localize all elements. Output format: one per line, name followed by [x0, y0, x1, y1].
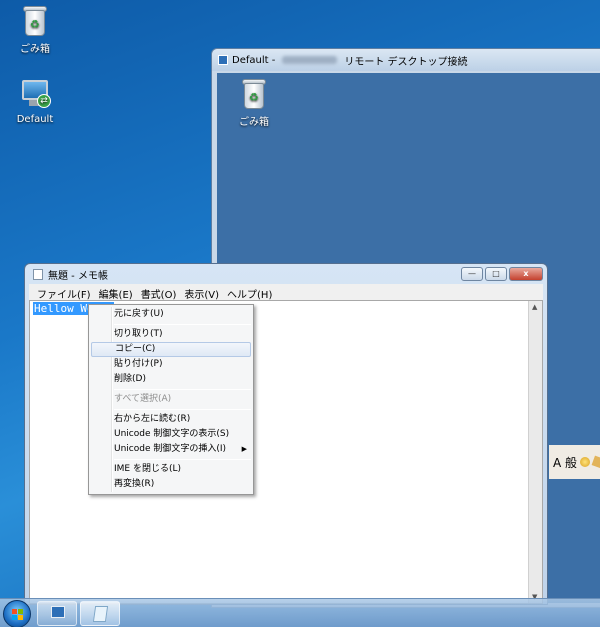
menu-item-copy[interactable]: コピー(C): [91, 342, 251, 357]
scroll-up-icon[interactable]: ▲: [532, 303, 537, 311]
menu-item-paste[interactable]: 貼り付け(P): [89, 357, 253, 372]
menu-item-undo[interactable]: 元に戻す(U): [89, 307, 253, 322]
menu-format[interactable]: 書式(O): [137, 284, 181, 301]
ime-mode-label: A 般: [553, 455, 578, 470]
menu-separator: [114, 324, 251, 325]
close-button[interactable]: x: [509, 267, 543, 281]
window-controls: — □ x: [461, 267, 543, 281]
remote-language-bar[interactable]: A 般: [549, 445, 600, 479]
menu-item-select-all: すべて選択(A): [114, 394, 172, 404]
menu-item-close-ime[interactable]: IME を閉じる(L): [89, 462, 253, 477]
remote-desktop-shortcut-icon: ⇄: [19, 78, 51, 112]
desktop-icon-recycle-bin[interactable]: ♻ ごみ箱: [5, 4, 65, 55]
taskbar-remote-desktop-button[interactable]: [37, 601, 77, 626]
menu-item-insert-unicode[interactable]: Unicode 制御文字の挿入(I) ▶: [89, 442, 253, 457]
windows-logo-icon: [12, 609, 24, 621]
start-button[interactable]: [3, 600, 31, 627]
window-title-suffix: リモート デスクトップ接続: [344, 56, 468, 68]
menu-item-cut[interactable]: 切り取り(T): [89, 327, 253, 342]
desktop-icon-label: Default: [16, 114, 54, 125]
remote-desktop-titlebar[interactable]: Default - リモート デスクトップ接続: [212, 49, 600, 71]
menu-item-reconvert[interactable]: 再変換(R): [89, 477, 253, 492]
window-title-prefix: Default -: [232, 54, 276, 66]
minimize-button[interactable]: —: [461, 267, 483, 281]
menu-separator: [114, 409, 251, 410]
redacted-address: [282, 56, 338, 64]
recycle-bin-icon: ♻: [19, 4, 51, 38]
menu-bar: ファイル(F) 編集(E) 書式(O) 表示(V) ヘルプ(H): [29, 284, 543, 301]
remote-desktop-icon: [51, 606, 65, 618]
recycle-bin-icon: ♻: [238, 77, 270, 111]
menu-item-delete[interactable]: 削除(D): [89, 372, 253, 387]
remote-desktop-icon: [218, 55, 228, 65]
maximize-button[interactable]: □: [485, 267, 507, 281]
taskbar: [0, 598, 600, 627]
taskbar-notepad-button[interactable]: [80, 601, 120, 626]
menu-view[interactable]: 表示(V): [180, 284, 223, 301]
remote-desktop-icon-recycle-bin[interactable]: ♻ ごみ箱: [224, 77, 284, 128]
ime-pad-icon[interactable]: [580, 457, 591, 467]
menu-separator: [114, 389, 251, 390]
menu-edit[interactable]: 編集(E): [95, 284, 137, 301]
notepad-icon: [33, 268, 43, 280]
submenu-arrow-icon: ▶: [241, 445, 247, 453]
menu-file[interactable]: ファイル(F): [33, 284, 95, 301]
ime-tool-icon[interactable]: [591, 455, 600, 469]
menu-separator: [114, 459, 251, 460]
notepad-icon: [92, 606, 109, 622]
context-menu: 元に戻す(U) 切り取り(T) コピー(C) 貼り付け(P) 削除(D) すべて…: [88, 304, 254, 495]
menu-help[interactable]: ヘルプ(H): [223, 284, 276, 301]
window-title: 無題 - メモ帳: [48, 270, 108, 282]
desktop-icon-label: ごみ箱: [239, 117, 269, 128]
desktop-icon-label: ごみ箱: [20, 44, 50, 55]
vertical-scrollbar[interactable]: ▲ ▼: [528, 301, 542, 603]
menu-item-label: Unicode 制御文字の挿入(I): [114, 444, 227, 454]
desktop-icon-default[interactable]: ⇄ Default: [5, 78, 65, 125]
menu-item-show-unicode[interactable]: Unicode 制御文字の表示(S): [89, 427, 253, 442]
menu-item-rtl-reading[interactable]: 右から左に読む(R): [89, 412, 253, 427]
